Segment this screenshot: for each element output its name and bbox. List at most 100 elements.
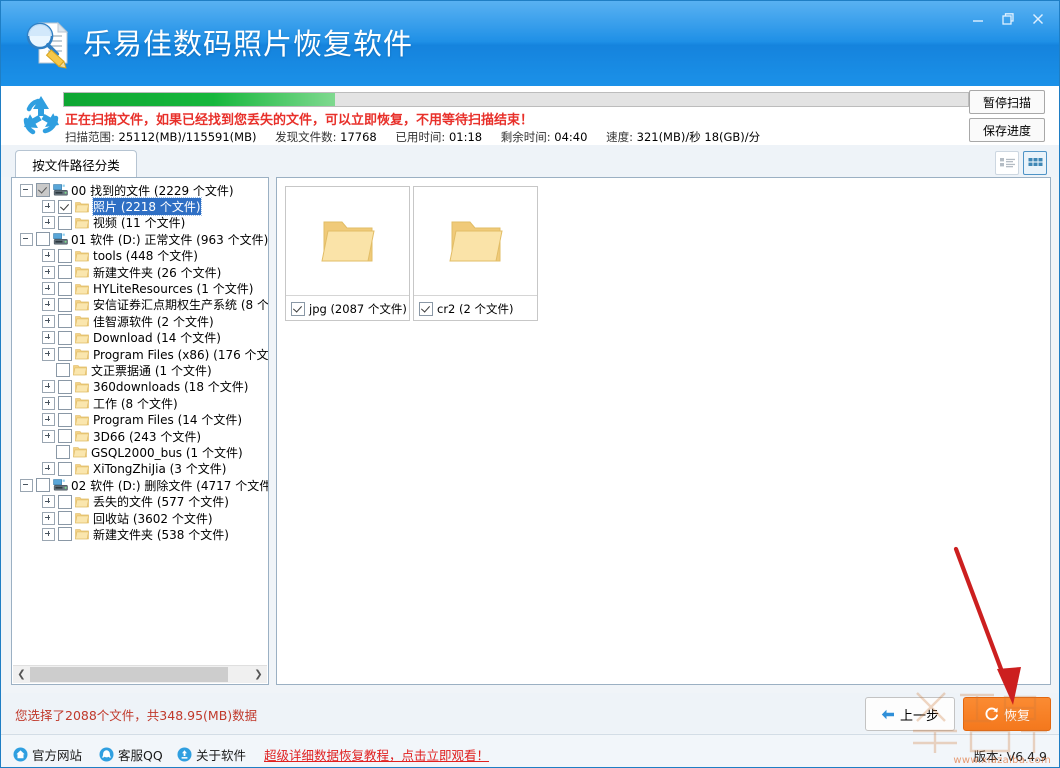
tile-checkbox[interactable] xyxy=(291,301,305,316)
tree-node-checkbox[interactable] xyxy=(58,511,72,525)
tree-node-label: 佳智源软件 (2 个文件) xyxy=(93,314,214,329)
minimize-button[interactable] xyxy=(963,7,993,31)
tree-horizontal-scrollbar[interactable]: ❮ ❯ xyxy=(13,665,267,683)
previous-step-button[interactable]: 上一步 xyxy=(865,697,955,731)
tree-node[interactable]: 360downloads (18 个文件) xyxy=(12,379,268,395)
tree-node-checkbox[interactable] xyxy=(58,199,72,214)
tree-node-checkbox[interactable] xyxy=(58,297,72,312)
tree-node[interactable]: 丢失的文件 (577 个文件) xyxy=(12,493,268,509)
customer-service-qq-link[interactable]: 客服QQ xyxy=(99,745,163,764)
tree-node[interactable]: Program Files (x86) (176 个文件) xyxy=(12,346,268,362)
stat-found-files: 发现文件数: 17768 xyxy=(275,129,377,145)
tree-node[interactable]: 照片 (2218 个文件) xyxy=(12,197,268,217)
tree-node-checkbox[interactable] xyxy=(58,527,72,542)
tile-checkbox[interactable] xyxy=(419,301,433,316)
tree-node-checkbox[interactable] xyxy=(36,232,50,247)
tree-node-checkbox[interactable] xyxy=(58,396,72,411)
tree-node[interactable]: 新建文件夹 (26 个文件) xyxy=(12,264,268,280)
tree-node-checkbox[interactable] xyxy=(56,445,70,460)
tree-node[interactable]: 文正票据通 (1 个文件) xyxy=(12,362,268,378)
tree-node[interactable]: 01 软件 (D:) 正常文件 (963 个文件) xyxy=(12,231,268,247)
drive-icon xyxy=(53,233,68,245)
scan-message: 正在扫描文件，如果已经找到您丢失的文件，可以立即恢复，不用等待扫描结束！ xyxy=(65,113,534,128)
file-tree-panel[interactable]: 00 找到的文件 (2229 个文件) 照片 (2218 个文件) 视频 (11 个… xyxy=(11,177,269,685)
list-view-button[interactable] xyxy=(995,151,1019,175)
collapse-icon[interactable] xyxy=(20,478,33,492)
scrollbar-thumb[interactable] xyxy=(30,667,228,682)
tree-node-checkbox[interactable] xyxy=(36,183,50,198)
grid-view-button[interactable] xyxy=(1023,151,1047,175)
scrollbar-track[interactable] xyxy=(30,666,250,683)
tree-node-checkbox[interactable] xyxy=(58,494,72,509)
collapse-icon[interactable] xyxy=(20,232,33,246)
expand-icon[interactable] xyxy=(42,347,55,361)
file-tree[interactable]: 00 找到的文件 (2229 个文件) 照片 (2218 个文件) 视频 (11 个… xyxy=(12,182,268,664)
expand-icon[interactable] xyxy=(42,216,55,230)
expand-icon[interactable] xyxy=(42,331,55,345)
arrow-left-icon xyxy=(881,709,894,719)
tree-node-label: 3D66 (243 个文件) xyxy=(93,429,202,444)
chevron-right-icon[interactable]: ❯ xyxy=(250,666,267,683)
folder-tile[interactable]: cr2 (2 个文件) xyxy=(413,186,538,321)
tree-node[interactable]: Download (14 个文件) xyxy=(12,330,268,346)
chevron-left-icon[interactable]: ❮ xyxy=(13,666,30,683)
close-button[interactable] xyxy=(1023,7,1053,31)
tree-node-checkbox[interactable] xyxy=(58,412,72,427)
expand-icon[interactable] xyxy=(42,282,55,296)
tree-node[interactable]: 佳智源软件 (2 个文件) xyxy=(12,313,268,329)
tree-node[interactable]: tools (448 个文件) xyxy=(12,248,268,264)
recover-button[interactable]: 恢复 xyxy=(963,697,1051,731)
folder-icon xyxy=(73,446,87,458)
tree-node[interactable]: HYLiteResources (1 个文件) xyxy=(12,280,268,296)
expand-icon[interactable] xyxy=(42,495,55,509)
tree-node[interactable]: 3D66 (243 个文件) xyxy=(12,428,268,444)
save-progress-button[interactable]: 保存进度 xyxy=(969,118,1045,142)
folder-icon xyxy=(75,315,89,327)
collapse-icon[interactable] xyxy=(20,183,33,197)
tree-node-checkbox[interactable] xyxy=(58,379,72,394)
tab-by-file-path[interactable]: 按文件路径分类 xyxy=(15,150,137,178)
pause-scan-button[interactable]: 暂停扫描 xyxy=(969,90,1045,114)
tree-node-checkbox[interactable] xyxy=(58,248,72,263)
expand-icon[interactable] xyxy=(42,200,55,214)
official-website-link[interactable]: 官方网站 xyxy=(13,745,82,764)
tree-node-checkbox[interactable] xyxy=(58,330,72,345)
file-grid-panel[interactable]: jpg (2087 个文件) cr2 (2 个文件) xyxy=(276,177,1051,685)
expand-icon[interactable] xyxy=(42,511,55,525)
tree-node[interactable]: 00 找到的文件 (2229 个文件) xyxy=(12,182,268,198)
expand-icon[interactable] xyxy=(42,527,55,541)
tree-node-checkbox[interactable] xyxy=(36,478,50,493)
about-software-link[interactable]: 关于软件 xyxy=(177,745,246,764)
expand-icon[interactable] xyxy=(42,429,55,443)
tree-node[interactable]: 视频 (11 个文件) xyxy=(12,215,268,231)
restore-button[interactable] xyxy=(993,7,1023,31)
tree-node-checkbox[interactable] xyxy=(58,314,72,329)
expand-icon[interactable] xyxy=(42,249,55,263)
expand-icon[interactable] xyxy=(42,265,55,279)
folder-tile[interactable]: jpg (2087 个文件) xyxy=(285,186,410,321)
tree-node-checkbox[interactable] xyxy=(58,215,72,230)
tree-node[interactable]: 安信证券汇点期权生产系统 (8 个 xyxy=(12,297,268,313)
tree-node-checkbox[interactable] xyxy=(56,363,70,378)
tree-node-label: XiTongZhiJia (3 个文件) xyxy=(93,462,227,477)
tree-node-checkbox[interactable] xyxy=(58,265,72,280)
tree-node[interactable]: 新建文件夹 (538 个文件) xyxy=(12,526,268,542)
tree-node[interactable]: 回收站 (3602 个文件) xyxy=(12,510,268,526)
tree-node[interactable]: 02 软件 (D:) 删除文件 (4717 个文件) xyxy=(12,477,268,493)
expand-icon[interactable] xyxy=(42,380,55,394)
expand-icon[interactable] xyxy=(42,462,55,476)
tree-node[interactable]: XiTongZhiJia (3 个文件) xyxy=(12,461,268,477)
folder-icon xyxy=(75,528,89,540)
tree-node[interactable]: GSQL2000_bus (1 个文件) xyxy=(12,444,268,460)
expand-icon[interactable] xyxy=(42,314,55,328)
expand-icon[interactable] xyxy=(42,396,55,410)
tree-node-checkbox[interactable] xyxy=(58,429,72,444)
tree-node[interactable]: 工作 (8 个文件) xyxy=(12,395,268,411)
expand-icon[interactable] xyxy=(42,413,55,427)
tree-node-checkbox[interactable] xyxy=(58,347,72,362)
tree-node-checkbox[interactable] xyxy=(58,281,72,296)
tree-node-checkbox[interactable] xyxy=(58,461,72,476)
tutorial-link[interactable]: 超级详细数据恢复教程，点击立即观看！ xyxy=(264,745,489,764)
tree-node[interactable]: Program Files (14 个文件) xyxy=(12,411,268,427)
expand-icon[interactable] xyxy=(42,298,55,312)
